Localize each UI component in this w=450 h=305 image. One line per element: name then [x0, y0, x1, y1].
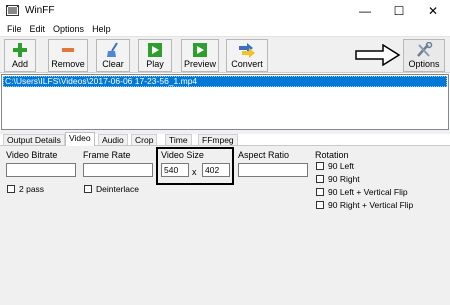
two-pass-checkbox[interactable] [7, 185, 15, 193]
minus-icon [62, 48, 74, 52]
deinterlace-checkbox[interactable] [84, 185, 92, 193]
rotate-90-right-checkbox[interactable] [316, 175, 324, 183]
maximize-icon: ☐ [393, 4, 405, 18]
close-button[interactable]: ✕ [416, 0, 450, 22]
close-icon: ✕ [427, 4, 439, 18]
tab-video[interactable]: Video [65, 132, 95, 146]
deinterlace-label: Deinterlace [96, 184, 139, 194]
maximize-button[interactable]: ☐ [382, 0, 416, 22]
app-film-icon [6, 5, 19, 16]
convert-arrows-icon [239, 43, 255, 58]
menu-options[interactable]: Options [50, 22, 89, 36]
video-bitrate-input[interactable] [6, 163, 76, 177]
title-bar: WinFF — ☐ ✕ [0, 0, 450, 22]
rotate-90-right-label: 90 Right [328, 174, 360, 184]
preview-icon [193, 43, 207, 57]
menu-edit[interactable]: Edit [27, 22, 51, 36]
clear-button[interactable]: Clear [96, 39, 130, 72]
remove-label: Remove [51, 59, 85, 69]
video-bitrate-label: Video Bitrate [6, 150, 58, 160]
plus-icon [13, 43, 27, 57]
play-button[interactable]: Play [138, 39, 172, 72]
annotation-box [156, 147, 234, 185]
play-icon [148, 43, 162, 57]
two-pass-label: 2 pass [19, 184, 45, 194]
outline-arrow-icon [355, 44, 401, 66]
toolbar: Add Remove Clear Play Preview Convert Op… [0, 36, 450, 73]
menu-bar: File Edit Options Help [0, 22, 450, 36]
clear-label: Clear [102, 59, 124, 69]
tab-strip: Output Details Video Audio Crop Time FFm… [0, 132, 450, 146]
remove-button[interactable]: Remove [48, 39, 88, 72]
preview-button[interactable]: Preview [181, 39, 219, 72]
rotate-90-right-vflip-checkbox[interactable] [316, 201, 324, 209]
tools-icon [417, 42, 433, 57]
convert-label: Convert [231, 59, 263, 69]
broom-icon [107, 42, 118, 57]
frame-rate-input[interactable] [83, 163, 153, 177]
rotate-90-left-label: 90 Left [328, 161, 354, 171]
rotate-90-left-checkbox[interactable] [316, 162, 324, 170]
file-list[interactable]: C:\Users\ILFS\Videos\2017-06-06 17-23-56… [1, 74, 449, 130]
options-label: Options [408, 59, 440, 69]
preview-label: Preview [183, 59, 216, 69]
minimize-button[interactable]: — [348, 0, 382, 22]
menu-help[interactable]: Help [89, 22, 116, 36]
options-button[interactable]: Options [403, 39, 445, 72]
rotate-90-left-vflip-label: 90 Left + Vertical Flip [328, 187, 408, 197]
frame-rate-label: Frame Rate [83, 150, 131, 160]
focus-rectangle [3, 76, 447, 87]
play-label: Play [146, 59, 164, 69]
add-button[interactable]: Add [4, 39, 36, 72]
menu-file[interactable]: File [4, 22, 27, 36]
add-label: Add [11, 59, 28, 69]
rotation-label: Rotation [315, 150, 349, 160]
minimize-icon: — [359, 4, 371, 18]
window-title: WinFF [25, 5, 55, 16]
convert-button[interactable]: Convert [226, 39, 268, 72]
rotate-90-right-vflip-label: 90 Right + Vertical Flip [328, 200, 414, 210]
rotate-90-left-vflip-checkbox[interactable] [316, 188, 324, 196]
aspect-ratio-input[interactable] [238, 163, 308, 177]
aspect-ratio-label: Aspect Ratio [238, 150, 290, 160]
